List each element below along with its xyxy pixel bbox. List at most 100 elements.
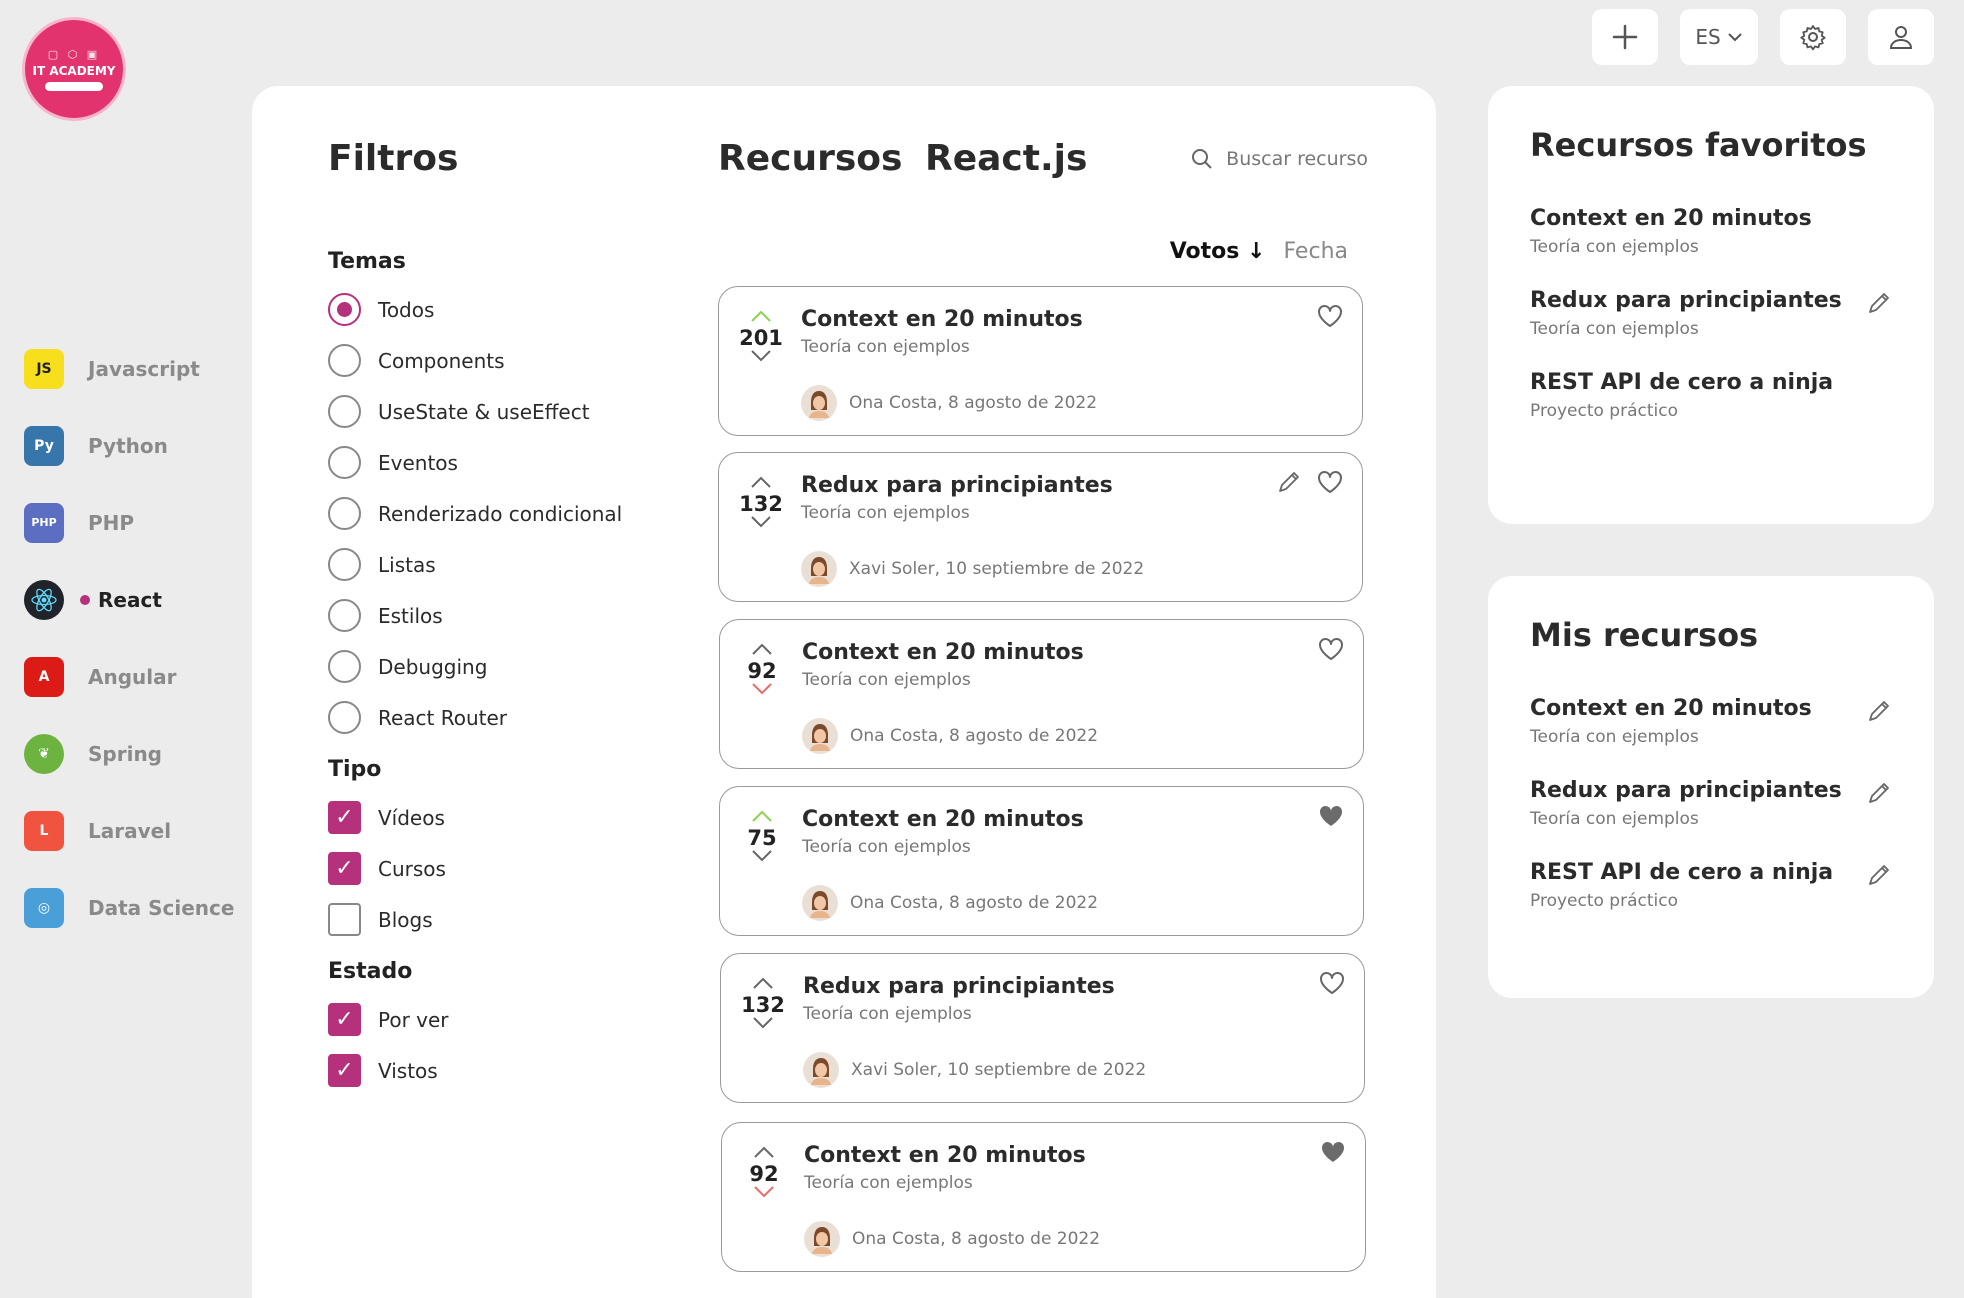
radio-option[interactable]: Renderizado condicional bbox=[328, 488, 668, 539]
checkbox-option[interactable]: ✓ Vistos bbox=[328, 1045, 668, 1096]
sidebar-item-laravel[interactable]: L Laravel bbox=[24, 792, 244, 869]
radio-option[interactable]: Todos bbox=[328, 284, 668, 335]
heart-icon[interactable] bbox=[1317, 636, 1345, 666]
downvote-arrow-icon[interactable] bbox=[739, 349, 783, 367]
downvote-arrow-icon[interactable] bbox=[739, 515, 783, 533]
radio-button[interactable] bbox=[328, 395, 361, 428]
resource-title[interactable]: Redux para principiantes bbox=[801, 473, 1113, 498]
vote-widget: 201 bbox=[739, 309, 783, 367]
it-academy-logo[interactable]: ▢ ⬡ ▣ IT ACADEMY bbox=[22, 17, 126, 121]
item-title[interactable]: Context en 20 minutos bbox=[1530, 696, 1892, 721]
radio-option[interactable]: Components bbox=[328, 335, 668, 386]
checkbox[interactable]: ✓ bbox=[328, 1054, 361, 1087]
upvote-arrow-icon[interactable] bbox=[739, 309, 783, 327]
panel-list-item[interactable]: Redux para principiantes Teoría con ejemp… bbox=[1530, 778, 1892, 860]
radio-button[interactable] bbox=[328, 599, 361, 632]
resource-title[interactable]: Context en 20 minutos bbox=[802, 640, 1084, 665]
panel-list-item[interactable]: REST API de cero a ninja Proyecto práctic… bbox=[1530, 370, 1892, 452]
sidebar-item-javascript[interactable]: JS Javascript bbox=[24, 330, 244, 407]
logo-icons: ▢ ⬡ ▣ bbox=[47, 47, 101, 61]
downvote-arrow-icon[interactable] bbox=[741, 1016, 785, 1034]
pencil-icon[interactable] bbox=[1866, 290, 1892, 320]
heart-filled-icon[interactable] bbox=[1319, 1139, 1347, 1169]
sidebar-item-spring[interactable]: ❦ Spring bbox=[24, 715, 244, 792]
resource-card[interactable]: 75 Context en 20 minutos Teoría con ejempl… bbox=[719, 786, 1364, 936]
checkbox[interactable]: ✓ bbox=[328, 801, 361, 834]
upvote-arrow-icon[interactable] bbox=[741, 976, 785, 994]
radio-button[interactable] bbox=[328, 344, 361, 377]
resource-card[interactable]: 132 Redux para principiantes Teoría con ej… bbox=[718, 452, 1363, 602]
panel-list-item[interactable]: Context en 20 minutos Teoría con ejemplos bbox=[1530, 696, 1892, 778]
option-label: Vistos bbox=[378, 1058, 438, 1083]
radio-option[interactable]: React Router bbox=[328, 692, 668, 743]
heart-icon[interactable] bbox=[1318, 970, 1346, 1000]
resource-card[interactable]: 92 Context en 20 minutos Teoría con ejempl… bbox=[719, 619, 1364, 769]
radio-option[interactable]: UseState & useEffect bbox=[328, 386, 668, 437]
pencil-icon[interactable] bbox=[1276, 469, 1302, 499]
language-selector[interactable]: ES bbox=[1680, 9, 1758, 65]
sidebar-item-php[interactable]: PHP PHP bbox=[24, 484, 244, 561]
vote-widget: 132 bbox=[741, 976, 785, 1034]
estado-title: Estado bbox=[328, 959, 413, 984]
heart-icon[interactable] bbox=[1316, 469, 1344, 499]
resource-title[interactable]: Redux para principiantes bbox=[803, 974, 1115, 999]
resource-title[interactable]: Context en 20 minutos bbox=[804, 1143, 1086, 1168]
panel-list-item[interactable]: Redux para principiantes Teoría con ejemp… bbox=[1530, 288, 1892, 370]
radio-option[interactable]: Eventos bbox=[328, 437, 668, 488]
radio-button[interactable] bbox=[328, 548, 361, 581]
upvote-arrow-icon[interactable] bbox=[740, 809, 784, 827]
radio-option[interactable]: Estilos bbox=[328, 590, 668, 641]
downvote-arrow-icon[interactable] bbox=[742, 1185, 786, 1203]
avatar bbox=[801, 551, 837, 587]
sort-votes-label: Votos bbox=[1169, 239, 1240, 264]
radio-button[interactable] bbox=[328, 650, 361, 683]
panel-list-item[interactable]: Context en 20 minutos Teoría con ejemplos bbox=[1530, 206, 1892, 288]
pencil-icon[interactable] bbox=[1866, 698, 1892, 728]
item-title[interactable]: Context en 20 minutos bbox=[1530, 206, 1892, 231]
upvote-arrow-icon[interactable] bbox=[739, 475, 783, 493]
checkbox-option[interactable]: ✓ Vídeos bbox=[328, 792, 668, 843]
resource-card[interactable]: 201 Context en 20 minutos Teoría con ejemp… bbox=[718, 286, 1363, 436]
downvote-arrow-icon[interactable] bbox=[740, 849, 784, 867]
sidebar-item-angular[interactable]: A Angular bbox=[24, 638, 244, 715]
checkbox[interactable]: ✓ bbox=[328, 852, 361, 885]
resource-card[interactable]: 92 Context en 20 minutos Teoría con ejempl… bbox=[721, 1122, 1366, 1272]
sidebar-item-label: Data Science bbox=[88, 895, 235, 920]
search-input[interactable]: Buscar recurso bbox=[1190, 147, 1368, 171]
radio-option[interactable]: Listas bbox=[328, 539, 668, 590]
resource-title[interactable]: Context en 20 minutos bbox=[801, 307, 1083, 332]
pencil-icon[interactable] bbox=[1866, 780, 1892, 810]
resource-card[interactable]: 132 Redux para principiantes Teoría con ej… bbox=[720, 953, 1365, 1103]
sort-date-button[interactable]: Fecha bbox=[1283, 239, 1348, 264]
upvote-arrow-icon[interactable] bbox=[740, 642, 784, 660]
sidebar-item-react[interactable]: React bbox=[24, 561, 244, 638]
radio-button[interactable] bbox=[328, 293, 361, 326]
resource-title[interactable]: Context en 20 minutos bbox=[802, 807, 1084, 832]
sort-votes-button[interactable]: Votos ↓ bbox=[1170, 239, 1266, 264]
settings-button[interactable] bbox=[1780, 9, 1846, 65]
sidebar-item-data-science[interactable]: ◎ Data Science bbox=[24, 869, 244, 946]
checkbox[interactable] bbox=[328, 903, 361, 936]
panel-list-item[interactable]: REST API de cero a ninja Proyecto práctic… bbox=[1530, 860, 1892, 942]
filters-title: Filtros bbox=[328, 138, 459, 179]
item-title[interactable]: REST API de cero a ninja bbox=[1530, 370, 1892, 395]
heart-filled-icon[interactable] bbox=[1317, 803, 1345, 833]
item-title[interactable]: REST API de cero a ninja bbox=[1530, 860, 1892, 885]
sidebar-item-python[interactable]: Py Python bbox=[24, 407, 244, 484]
radio-button[interactable] bbox=[328, 497, 361, 530]
pencil-icon[interactable] bbox=[1866, 862, 1892, 892]
radio-button[interactable] bbox=[328, 446, 361, 479]
checkbox-option[interactable]: ✓ Cursos bbox=[328, 843, 668, 894]
checkbox-option[interactable]: Blogs bbox=[328, 894, 668, 945]
upvote-arrow-icon[interactable] bbox=[742, 1145, 786, 1163]
item-title[interactable]: Redux para principiantes bbox=[1530, 288, 1892, 313]
item-title[interactable]: Redux para principiantes bbox=[1530, 778, 1892, 803]
user-button[interactable] bbox=[1868, 9, 1934, 65]
downvote-arrow-icon[interactable] bbox=[740, 682, 784, 700]
checkbox[interactable]: ✓ bbox=[328, 1003, 361, 1036]
checkbox-option[interactable]: ✓ Por ver bbox=[328, 994, 668, 1045]
radio-button[interactable] bbox=[328, 701, 361, 734]
heart-icon[interactable] bbox=[1316, 303, 1344, 333]
radio-option[interactable]: Debugging bbox=[328, 641, 668, 692]
add-button[interactable] bbox=[1592, 9, 1658, 65]
